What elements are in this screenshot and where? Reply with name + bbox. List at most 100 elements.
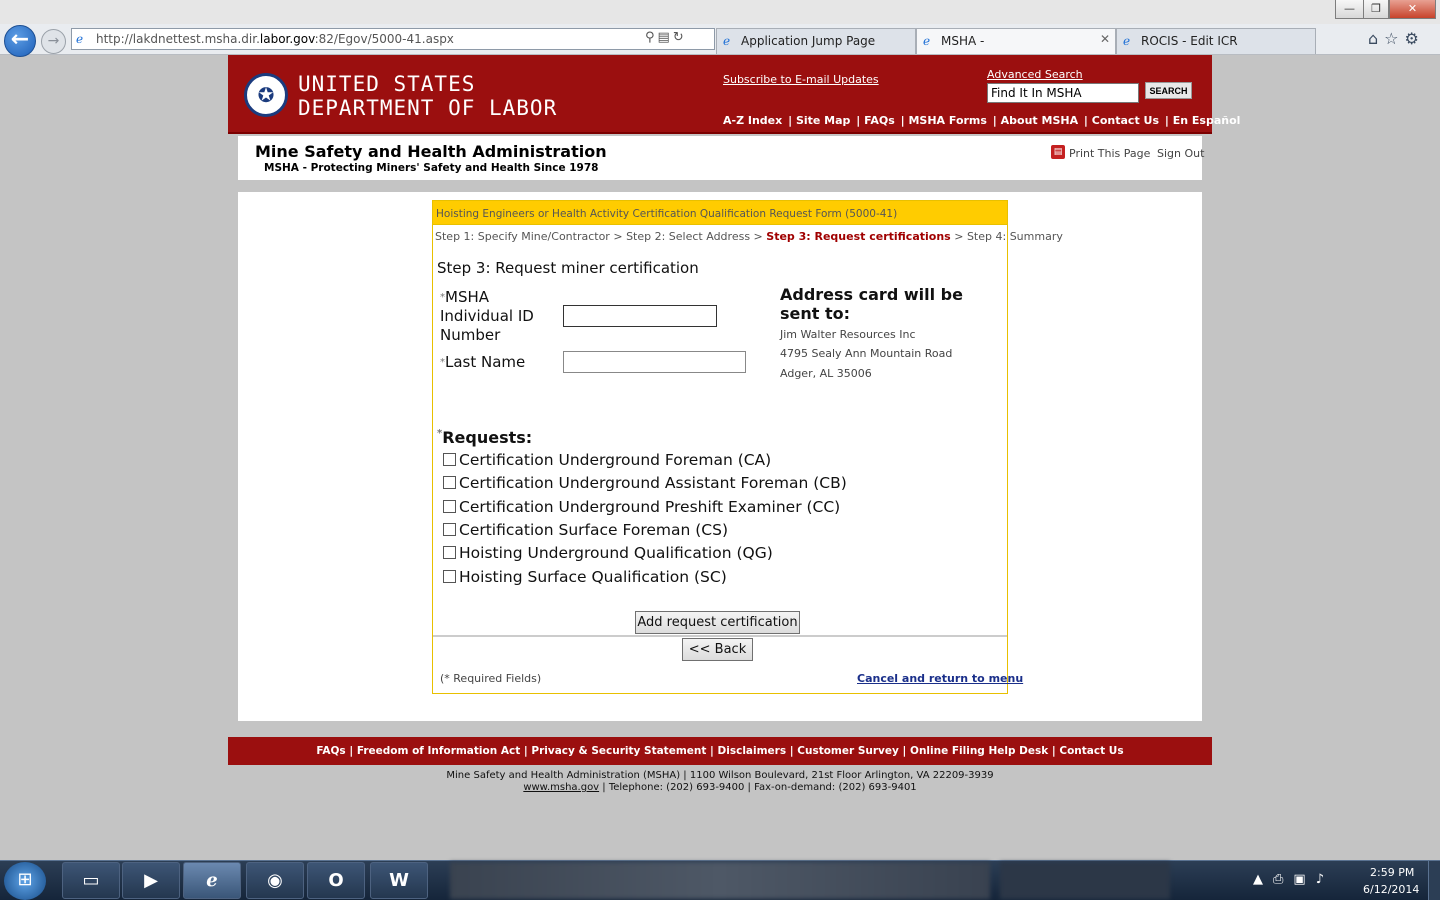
back-button[interactable]: << Back [682,638,753,661]
request-option-cs[interactable]: Certification Surface Foreman (CS) [443,521,728,539]
search-icon[interactable]: ⚲ [645,30,658,45]
browser-back-button[interactable]: ← [4,25,36,57]
nav-msha-forms[interactable]: MSHA Forms [908,114,986,127]
top-nav: A-Z Index | Site Map | FAQs | MSHA Forms… [723,114,1241,127]
footer-faqs[interactable]: FAQs [316,745,345,757]
chevron-up-icon[interactable]: ▲ [1253,872,1273,887]
checkbox-cs[interactable] [443,523,456,536]
checkbox-ca[interactable] [443,453,456,466]
nav-contact-us[interactable]: Contact Us [1092,114,1159,127]
address-bar[interactable]: http://lakdnettest.msha.dir.labor.gov:82… [71,28,715,50]
minimize-button[interactable]: — [1335,0,1364,19]
footer-phone-line: | Telephone: (202) 693-9400 | Fax-on-dem… [599,782,917,793]
footer-contact[interactable]: Contact Us [1059,745,1123,757]
required-fields-note: (* Required Fields) [440,672,542,685]
request-option-cb[interactable]: Certification Underground Assistant Fore… [443,474,847,492]
msha-website-link[interactable]: www.msha.gov [523,782,599,793]
network-icon[interactable]: ▣ [1293,872,1315,887]
home-icon[interactable]: ⌂ [1368,29,1384,48]
tab-application-jump-page[interactable]: ℯ Application Jump Page [716,28,916,54]
arrow-left-icon: ← [10,27,30,52]
checkbox-cb[interactable] [443,476,456,489]
checkbox-qg[interactable] [443,546,456,559]
dol-title-line1[interactable]: UNITED STATES [298,72,475,96]
step-4: Step 4: Summary [966,230,1063,243]
word-icon[interactable]: W [370,862,428,899]
last-name-input[interactable] [563,351,746,373]
request-option-cc[interactable]: Certification Underground Preshift Exami… [443,498,840,516]
last-name-label: *Last Name [440,353,525,372]
request-option-sc[interactable]: Hoisting Surface Qualification (SC) [443,568,727,586]
compat-view-icon[interactable]: ▤ [658,30,673,45]
outlook-icon[interactable]: O [307,862,365,899]
footer-links: FAQs | Freedom of Information Act | Priv… [228,737,1212,765]
browser-forward-button[interactable]: → [41,29,66,54]
ie-tab-icon: ℯ [923,34,931,48]
browser-toolbar-icons: ⌂☆⚙ [1368,29,1425,48]
requests-label: *Requests: [437,428,532,447]
ie-page-icon: ℯ [76,32,84,46]
msha-id-label-line2: Individual ID [440,307,534,325]
tab-label: Application Jump Page [741,34,876,48]
nav-site-map[interactable]: Site Map [796,114,850,127]
nav-en-espanol[interactable]: En Español [1173,114,1241,127]
dol-title-line2[interactable]: DEPARTMENT OF LABOR [298,96,557,120]
taskbar-blurred-region [450,862,990,899]
sign-out-link[interactable]: Sign Out [1157,147,1204,160]
footer-address-line: Mine Safety and Health Administration (M… [446,770,994,781]
last-name-label-text: Last Name [445,353,526,371]
nav-faqs[interactable]: FAQs [864,114,895,127]
arrow-right-icon: → [47,33,60,49]
footer-survey[interactable]: Customer Survey [797,745,899,757]
clock-time[interactable]: 2:59 PM [1370,866,1414,879]
maximize-button[interactable]: ❐ [1363,0,1389,19]
request-label: Certification Surface Foreman (CS) [459,521,729,539]
form-heading: Hoisting Engineers or Health Activity Ce… [433,201,1007,225]
footer-help-desk[interactable]: Online Filing Help Desk [910,745,1048,757]
cancel-return-menu-link[interactable]: Cancel and return to menu [857,672,1023,685]
volume-icon[interactable]: ♪ [1316,872,1334,887]
tab-msha[interactable]: ℯ MSHA - [916,28,1116,54]
gear-icon[interactable]: ⚙ [1405,29,1425,48]
printer-icon[interactable]: ▤ [1051,145,1065,159]
address-line-3: Adger, AL 35006 [780,367,872,380]
explorer-icon[interactable]: ▭ [62,862,120,899]
address-bar-tools[interactable]: ⚲▤↻ [645,30,687,45]
request-option-ca[interactable]: Certification Underground Foreman (CA) [443,451,771,469]
internet-explorer-icon[interactable]: ℯ [183,862,241,899]
footer-disclaimers[interactable]: Disclaimers [718,745,787,757]
tab-label: ROCIS - Edit ICR [1141,34,1238,48]
show-desktop-button[interactable] [1428,861,1440,900]
footer-foia[interactable]: Freedom of Information Act [357,745,520,757]
spotify-icon[interactable]: ◉ [246,862,304,899]
search-input[interactable] [987,83,1139,103]
windows-logo-icon: ⊞ [17,869,33,890]
system-tray: ▲⎙▣♪ [1253,872,1334,887]
tab-rocis-edit-icr[interactable]: ℯ ROCIS - Edit ICR [1116,28,1316,54]
address-line-1: Jim Walter Resources Inc [780,328,916,341]
refresh-icon[interactable]: ↻ [673,30,687,45]
nav-a-z-index[interactable]: A-Z Index [723,114,782,127]
tab-close-icon[interactable]: ✕ [1100,32,1110,46]
printer-tray-icon[interactable]: ⎙ [1273,872,1293,887]
media-player-icon[interactable]: ▶ [122,862,180,899]
print-page-link[interactable]: Print This Page [1069,147,1150,160]
search-button[interactable]: SEARCH [1145,82,1192,99]
start-button[interactable]: ⊞ [4,862,46,900]
checkbox-cc[interactable] [443,500,456,513]
subscribe-link[interactable]: Subscribe to E-mail Updates [723,73,879,86]
step-separator: > [613,230,623,243]
step-breadcrumb: Step 1: Specify Mine/Contractor > Step 2… [435,230,1063,243]
dol-seal-logo[interactable]: ✪ [244,73,288,117]
msha-id-input[interactable] [563,305,717,327]
nav-about-msha[interactable]: About MSHA [1001,114,1078,127]
request-option-qg[interactable]: Hoisting Underground Qualification (QG) [443,544,773,562]
clock-date[interactable]: 6/12/2014 [1363,883,1419,896]
add-request-certification-button[interactable]: Add request certification [635,611,800,634]
close-window-button[interactable]: ✕ [1389,0,1436,19]
footer-privacy[interactable]: Privacy & Security Statement [531,745,706,757]
requests-label-text: Requests: [442,428,533,447]
checkbox-sc[interactable] [443,570,456,583]
advanced-search-link[interactable]: Advanced Search [987,68,1083,81]
favorites-star-icon[interactable]: ☆ [1384,29,1404,48]
